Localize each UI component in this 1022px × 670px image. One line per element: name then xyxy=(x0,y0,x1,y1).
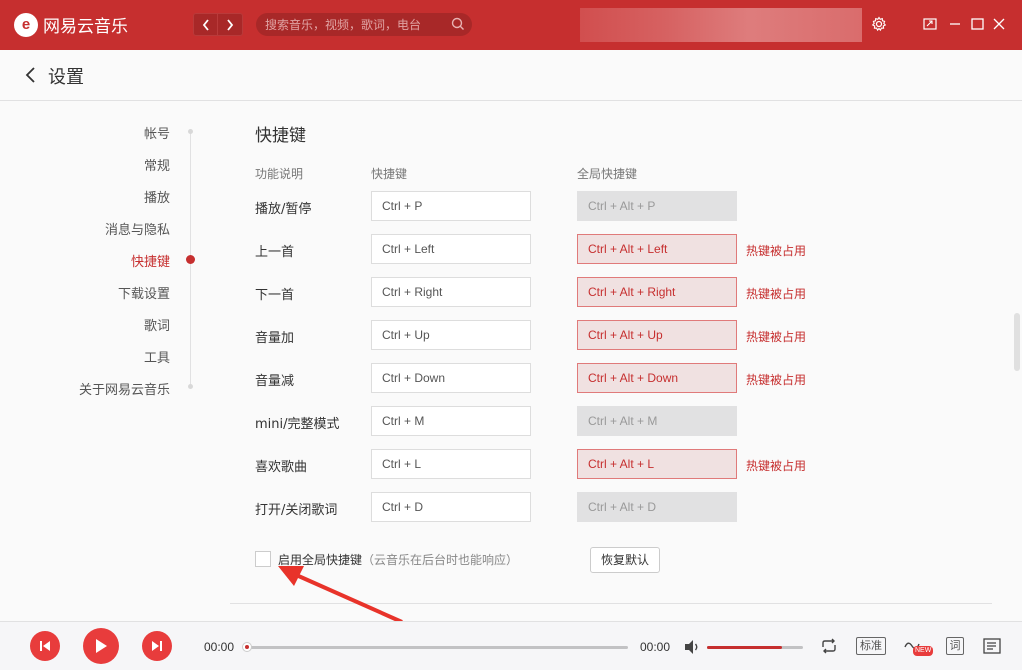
volume-slider[interactable] xyxy=(707,646,803,649)
sidebar-item-shortcuts[interactable]: 快捷键 xyxy=(131,251,170,271)
shortcut-row-label: 上一首 xyxy=(255,245,295,260)
loop-mode-icon[interactable] xyxy=(818,636,840,656)
shortcut-row-label: 音量加 xyxy=(255,331,295,346)
back-arrow-icon[interactable] xyxy=(24,65,38,85)
shortcut-input[interactable]: Ctrl + P xyxy=(371,191,531,221)
annotation-arrow-icon xyxy=(278,566,403,624)
settings-gear-icon[interactable] xyxy=(870,15,888,33)
scrollbar-thumb[interactable] xyxy=(1014,313,1020,371)
reset-default-button[interactable]: 恢复默认 xyxy=(590,547,660,573)
total-time: 00:00 xyxy=(640,640,671,654)
sidebar-item-privacy[interactable]: 消息与隐私 xyxy=(105,219,170,239)
sidebar-item-account[interactable]: 帐号 xyxy=(144,123,170,143)
chevron-left-icon xyxy=(202,18,209,31)
conflict-warning: 热键被占用 xyxy=(746,330,807,344)
shortcut-input[interactable]: Ctrl + Up xyxy=(371,320,531,350)
enable-global-shortcuts-checkbox[interactable] xyxy=(255,551,271,567)
sidebar-item-download[interactable]: 下载设置 xyxy=(118,283,170,303)
shortcut-input[interactable]: Ctrl + M xyxy=(371,406,531,436)
volume-icon[interactable] xyxy=(683,638,701,656)
title-bar: e 网易云音乐 xyxy=(0,0,1022,50)
quality-button[interactable]: 标准 xyxy=(856,637,886,655)
shortcut-row-label: 播放/暂停 xyxy=(255,202,312,217)
chevron-right-icon xyxy=(227,18,234,31)
global-shortcut-input[interactable]: Ctrl + Alt + Left xyxy=(577,234,737,264)
back-nav-button[interactable] xyxy=(193,13,218,36)
forward-nav-button[interactable] xyxy=(218,13,243,36)
volume-fill xyxy=(707,646,782,649)
section-title: 快捷键 xyxy=(255,126,306,146)
shortcut-input[interactable]: Ctrl + Right xyxy=(371,277,531,307)
previous-track-icon xyxy=(40,641,50,651)
progress-bar[interactable] xyxy=(242,642,628,652)
shortcuts-panel: 快捷键 功能说明 快捷键 全局快捷键 播放/暂停 Ctrl + P Ctrl +… xyxy=(200,101,1010,621)
conflict-warning: 热键被占用 xyxy=(746,459,807,473)
shortcut-input[interactable]: Ctrl + L xyxy=(371,449,531,479)
history-nav xyxy=(193,13,243,36)
player-bar: 00:00 00:00 标准 NEW 词 xyxy=(0,621,1022,670)
shortcut-row-label: 下一首 xyxy=(255,288,295,303)
search-icon[interactable] xyxy=(451,17,465,31)
column-header-function: 功能说明 xyxy=(255,167,304,181)
sidebar-start-dot xyxy=(188,129,193,134)
next-track-button[interactable] xyxy=(142,631,172,661)
global-shortcut-input[interactable]: Ctrl + Alt + Right xyxy=(577,277,737,307)
next-track-icon xyxy=(152,641,162,651)
sidebar-item-playback[interactable]: 播放 xyxy=(144,187,170,207)
progress-knob[interactable] xyxy=(242,642,252,652)
settings-header: 设置 xyxy=(0,50,1022,101)
user-area-blurred[interactable] xyxy=(580,8,862,42)
playlist-icon[interactable] xyxy=(982,636,1002,656)
search-box xyxy=(256,13,472,36)
sidebar-item-tools[interactable]: 工具 xyxy=(144,347,170,367)
play-icon xyxy=(96,639,107,653)
shortcut-input[interactable]: Ctrl + D xyxy=(371,492,531,522)
settings-sidebar: 帐号 常规 播放 消息与隐私 快捷键 下载设置 歌词 工具 关于网易云音乐 xyxy=(0,101,200,621)
search-input[interactable] xyxy=(265,13,445,36)
app-logo[interactable]: e 网易云音乐 xyxy=(14,12,128,37)
minimize-icon[interactable] xyxy=(946,15,964,33)
shortcut-input[interactable]: Ctrl + Down xyxy=(371,363,531,393)
current-time: 00:00 xyxy=(204,640,235,654)
sidebar-item-lyrics[interactable]: 歌词 xyxy=(144,315,170,335)
column-header-global: 全局快捷键 xyxy=(577,167,638,181)
sidebar-item-about[interactable]: 关于网易云音乐 xyxy=(79,379,170,399)
global-shortcut-input[interactable]: Ctrl + Alt + Up xyxy=(577,320,737,350)
shortcut-input[interactable]: Ctrl + Left xyxy=(371,234,531,264)
previous-track-button[interactable] xyxy=(30,631,60,661)
maximize-icon[interactable] xyxy=(968,15,986,33)
global-shortcut-input[interactable]: Ctrl + Alt + L xyxy=(577,449,737,479)
mini-mode-icon[interactable] xyxy=(921,15,939,33)
column-header-shortcut: 快捷键 xyxy=(371,167,408,181)
new-badge: NEW xyxy=(913,646,934,656)
sidebar-end-dot xyxy=(188,384,193,389)
shortcut-row-label: 打开/关闭歌词 xyxy=(255,503,338,518)
sidebar-active-dot xyxy=(186,255,195,264)
shortcut-row-label: mini/完整模式 xyxy=(255,417,340,432)
global-shortcut-input[interactable]: Ctrl + Alt + Down xyxy=(577,363,737,393)
sidebar-item-general[interactable]: 常规 xyxy=(144,155,170,175)
shortcut-row-label: 喜欢歌曲 xyxy=(255,460,308,475)
global-shortcut-input[interactable]: Ctrl + Alt + P xyxy=(577,191,737,221)
lyrics-button[interactable]: 词 xyxy=(946,637,964,655)
play-button[interactable] xyxy=(83,628,119,664)
global-shortcut-input[interactable]: Ctrl + Alt + M xyxy=(577,406,737,436)
shortcut-row-label: 音量减 xyxy=(255,374,295,389)
netease-logo-icon: e xyxy=(14,12,38,37)
app-title: 网易云音乐 xyxy=(43,17,128,37)
global-shortcut-input[interactable]: Ctrl + Alt + D xyxy=(577,492,737,522)
conflict-warning: 热键被占用 xyxy=(746,373,807,387)
close-icon[interactable] xyxy=(990,15,1008,33)
conflict-warning: 热键被占用 xyxy=(746,287,807,301)
page-title: 设置 xyxy=(48,67,84,88)
conflict-warning: 热键被占用 xyxy=(746,244,807,258)
